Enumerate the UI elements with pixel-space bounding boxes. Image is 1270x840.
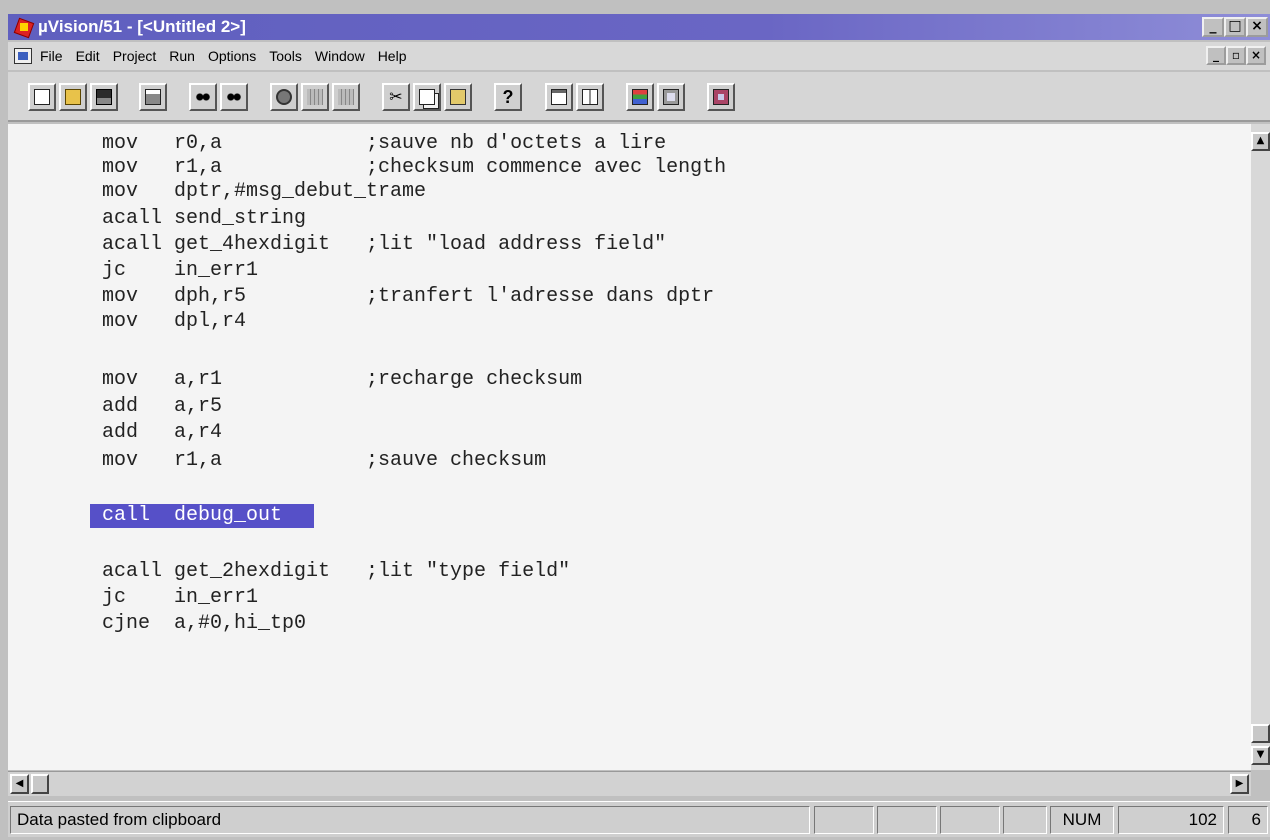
window-title: µVision/51 - [<Untitled 2>] [38, 17, 246, 36]
code-line[interactable]: jc in_err1 [102, 259, 258, 283]
toolbar: ✂ ? [8, 72, 1270, 122]
cut-button[interactable]: ✂ [382, 83, 410, 111]
doc-restore-button[interactable]: ▫ [1226, 46, 1246, 65]
code-line[interactable]: acall send_string [102, 207, 306, 231]
translate-button[interactable] [301, 83, 329, 111]
line-number: 102 [1118, 806, 1224, 834]
print-button[interactable] [139, 83, 167, 111]
memory-icon [663, 89, 679, 105]
window-icon [551, 89, 567, 105]
menu-run[interactable]: Run [169, 48, 195, 64]
status-bar: Data pasted from clipboard NUM 102 6 [8, 801, 1270, 837]
status-cell-empty-2 [877, 806, 937, 834]
registers-icon [632, 89, 648, 105]
status-message: Data pasted from clipboard [10, 806, 810, 834]
code-line[interactable]: mov r0,a ;sauve nb d'octets a lire [102, 132, 666, 156]
document-window-controls: _ ▫ × [1206, 46, 1266, 65]
code-editor[interactable]: mov r0,a ;sauve nb d'octets a lire mov r… [8, 124, 1251, 770]
new-file-button[interactable] [28, 83, 56, 111]
code-line[interactable]: mov dph,r5 ;tranfert l'adresse dans dptr [102, 285, 714, 309]
copy-icon [419, 89, 435, 105]
status-cell-empty-4 [1003, 806, 1047, 834]
code-line[interactable]: add a,r4 [102, 421, 222, 445]
menu-project[interactable]: Project [113, 48, 157, 64]
arrow-up-icon: ▲ [1256, 135, 1265, 146]
code-line[interactable]: jc in_err1 [102, 586, 258, 610]
arrow-right-icon: ▶ [1235, 778, 1244, 789]
help-button[interactable]: ? [494, 83, 522, 111]
memory-button[interactable] [657, 83, 685, 111]
scroll-down-button[interactable]: ▼ [1251, 746, 1270, 765]
code-line[interactable]: acall get_4hexdigit ;lit "load address f… [102, 233, 666, 257]
columns-icon [582, 89, 598, 105]
code-line[interactable]: mov dpl,r4 [102, 310, 246, 334]
code-line[interactable]: mov r1,a ;checksum commence avec length [102, 156, 726, 180]
make-icon [338, 89, 354, 105]
doc-minimize-button[interactable]: _ [1206, 46, 1226, 65]
menu-window[interactable]: Window [315, 48, 365, 64]
arrow-down-icon: ▼ [1256, 749, 1265, 760]
menu-file[interactable]: File [40, 48, 63, 64]
make-button[interactable] [332, 83, 360, 111]
columns-button[interactable] [576, 83, 604, 111]
app-icon[interactable] [14, 18, 32, 36]
window-controls: _ □ × [1202, 17, 1268, 37]
doc-close-button[interactable]: × [1246, 46, 1266, 65]
debugger-button[interactable] [707, 83, 735, 111]
find-next-icon [226, 89, 242, 105]
debugger-icon [713, 89, 729, 105]
translate-icon [307, 89, 323, 105]
copy-button[interactable] [413, 83, 441, 111]
save-file-icon [96, 89, 112, 105]
paste-icon [450, 89, 466, 105]
selected-code-line[interactable]: call debug_out [90, 504, 315, 528]
num-lock-indicator: NUM [1050, 806, 1114, 834]
menu-bar: File Edit Project Run Options Tools Wind… [8, 42, 1270, 70]
cut-icon: ✂ [389, 87, 403, 106]
print-icon [145, 89, 161, 105]
window-button[interactable] [545, 83, 573, 111]
column-number: 6 [1228, 806, 1268, 834]
find-next-button[interactable] [220, 83, 248, 111]
find-button[interactable] [189, 83, 217, 111]
status-cell-empty-1 [814, 806, 874, 834]
open-file-icon [65, 89, 81, 105]
code-line[interactable]: cjne a,#0,hi_tp0 [102, 612, 306, 636]
menu-options[interactable]: Options [208, 48, 256, 64]
paste-button[interactable] [444, 83, 472, 111]
save-file-button[interactable] [90, 83, 118, 111]
new-file-icon [34, 89, 50, 105]
menu-tools[interactable]: Tools [269, 48, 302, 64]
scroll-thumb[interactable] [1251, 724, 1270, 743]
maximize-button[interactable]: □ [1224, 17, 1246, 37]
menu-help[interactable]: Help [378, 48, 407, 64]
arrow-left-icon: ◀ [15, 778, 24, 789]
horizontal-scrollbar[interactable]: ◀ ▶ [8, 771, 1251, 796]
close-button[interactable]: × [1246, 17, 1268, 37]
code-line[interactable]: mov r1,a ;sauve checksum [102, 449, 546, 473]
open-file-button[interactable] [59, 83, 87, 111]
scroll-left-button[interactable]: ◀ [10, 774, 29, 794]
code-line[interactable]: mov a,r1 ;recharge checksum [102, 368, 582, 392]
help-icon: ? [502, 87, 514, 107]
scroll-right-button[interactable]: ▶ [1230, 774, 1249, 794]
code-line[interactable]: add a,r5 [102, 395, 222, 419]
code-line[interactable]: acall get_2hexdigit ;lit "type field" [102, 560, 570, 584]
minimize-button[interactable]: _ [1202, 17, 1224, 37]
registers-button[interactable] [626, 83, 654, 111]
build-button[interactable] [270, 83, 298, 111]
menu-edit[interactable]: Edit [76, 48, 100, 64]
horizontal-scroll-thumb[interactable] [31, 774, 49, 794]
find-icon [195, 89, 211, 105]
document-icon[interactable] [14, 48, 32, 64]
status-cell-empty-3 [940, 806, 1000, 834]
scroll-up-button[interactable]: ▲ [1251, 132, 1270, 151]
title-bar: µVision/51 - [<Untitled 2>] _ □ × [8, 14, 1270, 40]
code-line[interactable]: mov dptr,#msg_debut_trame [102, 180, 426, 204]
vertical-scrollbar[interactable]: ▲ ▼ [1251, 124, 1270, 770]
build-icon [276, 89, 292, 105]
